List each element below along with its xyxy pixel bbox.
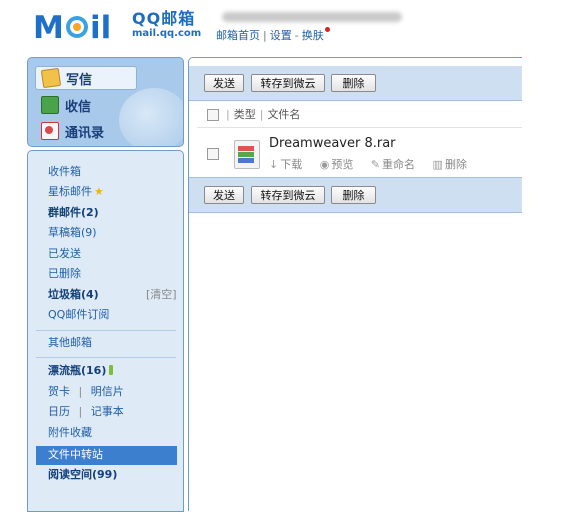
save-to-cloud-button-bottom[interactable]: 转存到微云 xyxy=(251,186,325,204)
download-icon: ↓ xyxy=(269,158,279,171)
drift-bottle-label: 漂流瓶(16) xyxy=(48,364,107,377)
folder-sent[interactable]: 已发送 xyxy=(48,247,81,261)
notes-link[interactable]: 记事本 xyxy=(91,405,124,418)
settings-link[interactable]: 设置 xyxy=(270,29,292,42)
skin-link[interactable]: 换肤 xyxy=(302,29,324,42)
folder-drafts[interactable]: 草稿箱(9) xyxy=(48,226,97,240)
clear-junk-link[interactable]: [清空] xyxy=(146,288,177,302)
folder-group[interactable]: 群邮件(2) xyxy=(48,206,99,220)
separator: | xyxy=(263,29,267,42)
folder-junk-label: 垃圾箱(4) xyxy=(48,288,99,301)
calendar-link[interactable]: 日历 xyxy=(48,405,70,418)
pencil-icon: ✎ xyxy=(370,158,381,171)
preview-action[interactable]: ◉ 预览 xyxy=(320,156,354,172)
separator: - xyxy=(294,29,299,42)
write-button[interactable]: 写信 xyxy=(35,66,137,90)
download-action[interactable]: ↓ 下载 xyxy=(269,156,302,172)
divider xyxy=(197,127,523,128)
receive-icon xyxy=(41,96,59,114)
separator: | xyxy=(78,405,83,418)
toolbar-top: 发送 转存到微云 删除 xyxy=(189,66,523,101)
toolbar-bottom: 发送 转存到微云 删除 xyxy=(189,177,523,213)
top-links: 邮箱首页 | 设置 - 换肤 xyxy=(216,27,330,43)
folder-drift-bottle[interactable]: 漂流瓶(16) xyxy=(48,364,114,378)
send-button-bottom[interactable]: 发送 xyxy=(204,186,244,204)
main-panel: 发送 转存到微云 删除 | 类型 | 文件名 Dreamweaver 8.rar ↓ 下… xyxy=(188,57,523,511)
download-label: 下载 xyxy=(280,158,303,171)
separator: | xyxy=(226,108,230,121)
folder-attachments[interactable]: 附件收藏 xyxy=(48,426,92,440)
contacts-button[interactable]: 通讯录 xyxy=(35,120,135,142)
rename-label: 重命名 xyxy=(382,158,416,171)
folder-starred[interactable]: 星标邮件 ★ xyxy=(48,185,104,199)
rename-action[interactable]: ✎ 重命名 xyxy=(371,156,415,172)
delete-button-bottom[interactable]: 删除 xyxy=(331,186,376,204)
inbox-button[interactable]: 收信 xyxy=(35,94,135,116)
logo-text: QQ邮箱 mail.qq.com xyxy=(132,10,201,40)
select-all-checkbox[interactable] xyxy=(207,109,219,121)
folder-subscriptions[interactable]: QQ邮件订阅 xyxy=(48,308,109,322)
pencil-icon xyxy=(40,67,62,89)
delete-action[interactable]: ▥ 删除 xyxy=(433,156,467,172)
qq-mail-logo[interactable]: M il xyxy=(33,9,129,43)
column-filename[interactable]: 文件名 xyxy=(267,108,300,121)
folder-reading-space[interactable]: 阅读空间(99) xyxy=(48,468,117,482)
star-icon: ★ xyxy=(94,185,104,198)
file-actions: ↓ 下载 ◉ 预览 ✎ 重命名 ▥ 删除 xyxy=(269,156,481,172)
folder-deleted[interactable]: 已删除 xyxy=(48,267,81,281)
contacts-icon xyxy=(41,122,59,140)
delete-label: 删除 xyxy=(444,158,467,171)
logo-domain: mail.qq.com xyxy=(132,28,202,39)
mail-home-link[interactable]: 邮箱首页 xyxy=(216,29,260,42)
list-header: | 类型 | 文件名 xyxy=(222,106,300,122)
eye-icon: ◉ xyxy=(319,158,330,171)
page-background xyxy=(522,57,562,501)
rar-archive-icon xyxy=(234,140,260,169)
preview-label: 预览 xyxy=(331,158,354,171)
header: M il QQ邮箱 mail.qq.com 邮箱首页 | 设置 - 换肤 xyxy=(0,0,562,58)
save-to-cloud-button[interactable]: 转存到微云 xyxy=(251,74,325,92)
bottle-icon xyxy=(109,365,114,375)
file-name[interactable]: Dreamweaver 8.rar xyxy=(269,136,396,151)
folder-calendar: 日历 | 记事本 xyxy=(48,405,124,419)
column-type[interactable]: 类型 xyxy=(234,108,256,121)
divider xyxy=(36,357,176,358)
folder-other-mailboxes[interactable]: 其他邮箱 xyxy=(48,336,92,350)
postcard-link[interactable]: 明信片 xyxy=(91,385,124,398)
folder-cards: 贺卡 | 明信片 xyxy=(48,385,124,399)
divider xyxy=(36,330,176,331)
inbox-label: 收信 xyxy=(65,99,92,115)
contacts-label: 通讯录 xyxy=(65,125,105,141)
file-row-checkbox[interactable] xyxy=(207,148,219,160)
new-dot-icon xyxy=(324,27,330,32)
delete-button[interactable]: 删除 xyxy=(331,74,376,92)
folder-list: 收件箱 星标邮件 ★ 群邮件(2) 草稿箱(9) 已发送 已删除 垃圾箱(4) [… xyxy=(27,150,184,512)
svg-text:il: il xyxy=(90,10,111,43)
separator: | xyxy=(259,108,264,121)
folder-file-transfer[interactable]: 文件中转站 xyxy=(48,448,103,462)
folder-junk[interactable]: 垃圾箱(4) [清空] xyxy=(48,288,177,302)
greeting-card-link[interactable]: 贺卡 xyxy=(48,385,70,398)
svg-text:M: M xyxy=(33,10,64,43)
write-label: 写信 xyxy=(66,72,93,88)
logo-title: QQ邮箱 xyxy=(132,9,196,28)
folder-starred-label: 星标邮件 xyxy=(48,185,92,198)
trash-icon: ▥ xyxy=(432,158,443,171)
folder-inbox[interactable]: 收件箱 xyxy=(48,165,81,179)
quick-nav-panel: 写信 收信 通讯录 xyxy=(27,57,184,147)
send-button[interactable]: 发送 xyxy=(204,74,244,92)
separator: | xyxy=(78,385,83,398)
